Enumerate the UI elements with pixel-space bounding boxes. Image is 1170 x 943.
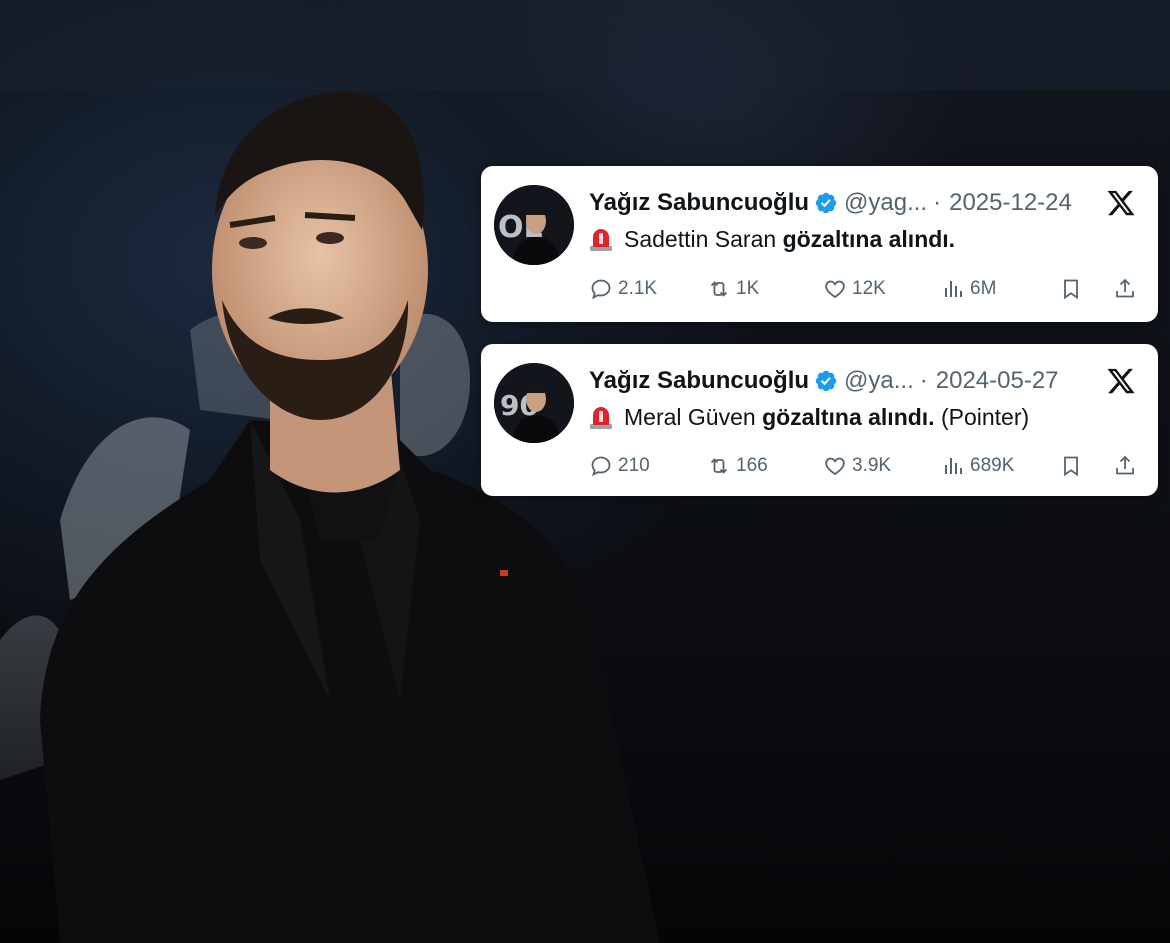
tweet-text-plain: Meral Güven — [624, 403, 756, 430]
tweet-header: Yağız Sabuncuoğlu @yag... · 2025-12-24 — [589, 188, 1088, 218]
views-icon — [945, 281, 962, 297]
bookmark-button[interactable] — [1059, 277, 1083, 301]
tweet-card[interactable]: OL Yağız Sabuncuoğlu @yag... · 2025-12-2… — [481, 166, 1158, 322]
dot-separator: · — [933, 189, 942, 216]
author-name[interactable]: Yağız Sabuncuoğlu — [589, 189, 809, 217]
like-count: 3.9K — [852, 455, 892, 476]
share-button[interactable] — [1113, 277, 1137, 301]
avatar[interactable]: OL — [494, 185, 574, 265]
rotating-light-emoji-icon — [589, 226, 613, 252]
bookmark-icon — [1064, 456, 1078, 477]
verified-badge-icon — [814, 369, 838, 393]
tweet-date[interactable]: 2025-12-24 — [949, 189, 1072, 217]
views-button[interactable]: 689K — [941, 454, 1014, 478]
like-button[interactable]: 12K — [823, 277, 886, 301]
retweet-button[interactable]: 1K — [707, 277, 759, 301]
reply-icon — [591, 456, 611, 477]
x-logo-icon — [1106, 366, 1136, 396]
share-button[interactable] — [1113, 454, 1137, 478]
avatar[interactable]: 90 — [494, 363, 574, 443]
bookmark-button[interactable] — [1059, 454, 1083, 478]
tweet-text-bold: gözaltına alındı. — [782, 225, 956, 252]
views-button[interactable]: 6M — [941, 277, 996, 301]
like-count: 12K — [852, 278, 886, 299]
views-count: 689K — [970, 455, 1015, 476]
reply-icon — [591, 279, 611, 300]
rotating-light-emoji-icon — [589, 404, 613, 430]
tweet-text: Meral Güven gözaltına alındı. (Pointer) — [589, 401, 1138, 433]
tweet-actions: 210 166 3.9K 689K — [589, 451, 1138, 481]
retweet-icon — [710, 281, 728, 297]
author-handle[interactable]: @ya... — [844, 367, 914, 395]
share-icon — [1116, 278, 1134, 298]
avatar-image: OL — [494, 185, 574, 265]
reply-count: 2.1K — [618, 278, 658, 299]
author-handle[interactable]: @yag... — [844, 189, 927, 217]
author-name[interactable]: Yağız Sabuncuoğlu — [589, 367, 809, 395]
avatar-image: 90 — [494, 363, 574, 443]
tweet-text-bold: gözaltına alındı. — [762, 403, 935, 430]
bookmark-icon — [1064, 279, 1078, 300]
retweet-count: 166 — [736, 455, 768, 476]
tweet-text-plain: Sadettin Saran — [624, 225, 777, 252]
retweet-count: 1K — [736, 278, 760, 299]
verified-badge-icon — [814, 191, 838, 215]
tweet-card[interactable]: 90 Yağız Sabuncuoğlu @ya... · 2024-05-27… — [481, 344, 1158, 496]
tweet-actions: 2.1K 1K 12K 6M — [589, 274, 1138, 304]
tweet-header: Yağız Sabuncuoğlu @ya... · 2024-05-27 — [589, 366, 1088, 396]
share-icon — [1116, 455, 1134, 475]
heart-icon — [825, 280, 845, 299]
tweet-text: Sadettin Saran gözaltına alındı. — [589, 223, 1138, 255]
like-button[interactable]: 3.9K — [823, 454, 891, 478]
tweet-date[interactable]: 2024-05-27 — [936, 367, 1059, 395]
heart-icon — [825, 457, 845, 476]
views-icon — [945, 458, 962, 474]
retweet-button[interactable]: 166 — [707, 454, 768, 478]
views-count: 6M — [970, 278, 997, 299]
reply-button[interactable]: 210 — [589, 454, 650, 478]
tweet-text-suffix: (Pointer) — [940, 403, 1030, 430]
retweet-icon — [710, 458, 728, 474]
x-logo-icon — [1106, 188, 1136, 218]
reply-button[interactable]: 2.1K — [589, 277, 657, 301]
dot-separator: · — [919, 367, 928, 394]
reply-count: 210 — [618, 455, 650, 476]
